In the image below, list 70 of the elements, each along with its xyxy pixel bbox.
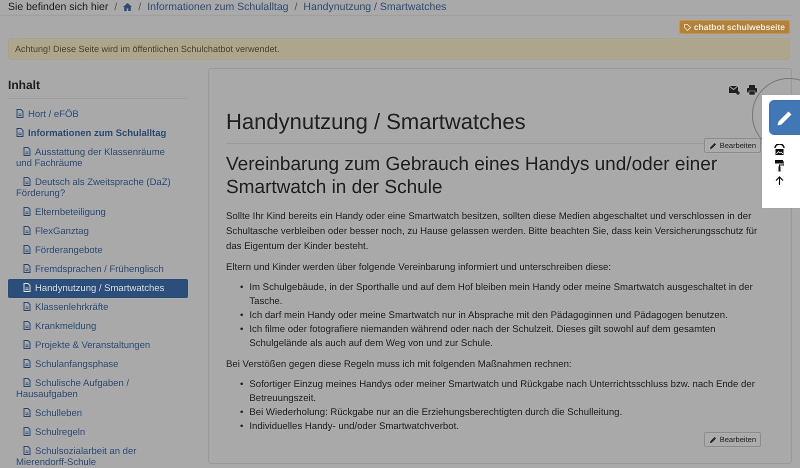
sidebar-item[interactable]: FlexGanztag — [8, 222, 188, 241]
document-icon — [16, 128, 24, 137]
mail-icon[interactable] — [729, 85, 740, 95]
home-icon[interactable] — [123, 3, 132, 11]
sidebar-item[interactable]: Schulsozialarbeit an der Mierendorff-Schule — [8, 442, 188, 468]
arrow-up-icon[interactable] — [774, 176, 784, 185]
breadcrumb-label: Sie befinden sich hier — [8, 1, 108, 13]
sidebar-item[interactable]: Projekte & Veranstaltungen — [8, 336, 188, 355]
document-icon — [23, 359, 31, 368]
list-item: Sofortiger Einzug meines Handys oder meiner Smartwatch und Rückgabe nach Unterrichtsschluss bzw. nach Ende der Betreuungszeit. — [249, 378, 756, 406]
sidebar-item[interactable]: Schulanfangsphase — [8, 355, 188, 374]
bullet: • — [240, 378, 244, 392]
sidebar-item[interactable]: Krankmeldung — [8, 317, 188, 336]
document-icon — [16, 109, 24, 118]
sidebar-item[interactable]: Förderangebote — [8, 241, 188, 260]
bullet: • — [240, 309, 244, 323]
sidebar-item[interactable]: Deutsch als Zweitsprache (DaZ) Förderung? — [8, 173, 188, 203]
sidebar-item[interactable]: Schulregeln — [8, 423, 188, 442]
document-icon — [23, 321, 31, 330]
document-icon — [23, 207, 31, 216]
paint-roller-icon[interactable] — [774, 160, 784, 172]
breadcrumb-link[interactable]: Informationen zum Schulalltag — [147, 1, 288, 13]
list-item: Ich darf mein Handy oder meine Smartwatch nur in Absprache mit den Pädagoginnen und Pädagogen benutzen. — [249, 309, 728, 323]
document-icon — [23, 340, 31, 349]
bullet: • — [240, 281, 244, 295]
bullet: • — [240, 420, 244, 434]
document-icon — [23, 408, 31, 417]
sidebar-item[interactable]: Schulische Aufgaben / Hausaufgaben — [8, 374, 188, 404]
sidebar-item[interactable]: Informationen zum Schulalltag — [8, 124, 188, 143]
pencil-icon — [776, 108, 794, 126]
pencil-icon — [708, 142, 717, 150]
sidebar-item[interactable]: Hort / eFÖB — [8, 105, 188, 124]
bullet: • — [240, 323, 244, 337]
edit-mode-button[interactable] — [769, 100, 800, 135]
sidebar-item[interactable]: Handynutzung / Smartwatches — [8, 279, 188, 298]
image-icon[interactable] — [774, 144, 784, 156]
document-icon — [23, 226, 31, 235]
document-icon — [23, 427, 31, 436]
document-icon — [23, 283, 31, 292]
sidebar-item[interactable]: Fremdsprachen / Frühenglisch — [8, 260, 188, 279]
sidebar-item[interactable]: Ausstattung der Klassenräume und Fachräume — [8, 143, 188, 173]
sidebar-item[interactable]: Schulleben — [8, 404, 188, 423]
breadcrumb-separator: / — [294, 1, 298, 13]
document-icon — [23, 177, 31, 186]
list-item: Bei Wiederholung: Rückgabe nur an die Erziehungsberechtigten durch die Schulleitung. — [249, 406, 622, 420]
document-icon — [23, 245, 31, 254]
print-icon[interactable] — [747, 85, 757, 95]
document-icon — [23, 302, 31, 311]
section-heading: Vereinbarung zum Gebrauch eines Handys und/oder einer Smartwatch in der Schule — [226, 153, 718, 199]
paragraph: Sollte Ihr Kind bereits ein Handy oder eine Smartwatch besitzen, sollten diese Medien abgeschaltet und verschlossen in der Schultasche verbleiben oder besser noch, zu Hause gelassen werden. Bitte beachten Sie, dass kein Versicherungsschutz für das Eigentum der Kinder besteht. — [226, 210, 758, 254]
sidebar-title: Inhalt — [8, 78, 188, 99]
pencil-icon — [708, 436, 717, 444]
paragraph: Eltern und Kinder werden über folgende Vereinbarung informiert und unterschreiben diese: — [226, 261, 612, 275]
tag-icon — [684, 24, 691, 30]
breadcrumb-separator: / — [138, 1, 142, 13]
breadcrumb-separator: / — [114, 1, 118, 13]
sidebar-item[interactable]: Elternbeteiligung — [8, 203, 188, 222]
sidebar-item[interactable]: Klassenlehrkräfte — [8, 298, 188, 317]
list-item: Im Schulgebäude, in der Sporthalle und auf dem Hof bleiben mein Handy oder meine Smartwatch ausgeschaltet in der Tasche. — [249, 281, 754, 309]
paragraph: Bei Verstößen gegen diese Regeln muss ich mit folgenden Maßnahmen rechnen: — [226, 358, 573, 372]
alert-message: Achtung! Diese Seite wird im öffentlichen Schulchatbot verwendet. — [8, 38, 790, 60]
document-icon — [23, 147, 31, 156]
list-item: Individuelles Handy- und/oder Smartwatchverbot. — [249, 420, 459, 434]
document-icon — [23, 264, 31, 273]
list-item: Ich filme oder fotografiere niemanden während oder nach der Schulzeit. Dieses gilt sowohl auf dem gesamten Schulgelände als auch auf dem Weg von und zur Schule. — [249, 323, 716, 351]
bullet: • — [240, 406, 244, 420]
document-icon — [23, 378, 31, 387]
document-icon — [23, 446, 31, 455]
breadcrumb-link[interactable]: Handynutzung / Smartwatches — [303, 1, 446, 13]
tag-button[interactable]: chatbot schulwebseite — [678, 20, 790, 34]
